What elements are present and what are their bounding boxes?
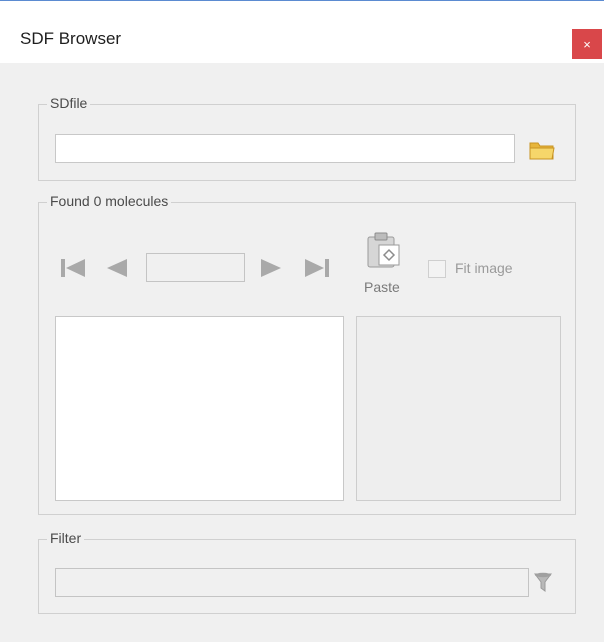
molecules-count-label: Found 0 molecules bbox=[47, 193, 172, 209]
folder-icon[interactable] bbox=[529, 139, 555, 161]
paste-button[interactable]: Paste bbox=[361, 231, 411, 301]
molecule-image-view bbox=[356, 316, 561, 501]
filter-label: Filter bbox=[47, 530, 85, 546]
molecule-data-list[interactable] bbox=[55, 316, 344, 501]
filter-input[interactable] bbox=[55, 568, 529, 597]
first-record-icon[interactable] bbox=[59, 257, 87, 279]
fit-image-label: Fit image bbox=[455, 260, 513, 276]
fit-image-checkbox[interactable] bbox=[428, 260, 446, 278]
record-number-input[interactable] bbox=[146, 253, 245, 282]
sdfile-path-input[interactable] bbox=[55, 134, 515, 163]
sdfile-label: SDfile bbox=[47, 95, 91, 111]
previous-record-icon[interactable] bbox=[103, 257, 129, 279]
next-record-icon[interactable] bbox=[259, 257, 285, 279]
molecules-group: Found 0 molecules Paste Fit image bbox=[38, 193, 576, 515]
window-title: SDF Browser bbox=[20, 29, 122, 48]
sdfile-group: SDfile bbox=[38, 95, 576, 181]
paste-icon bbox=[365, 231, 401, 269]
sdf-browser-window: SDF Browser × SDfile Found 0 molecules P… bbox=[0, 0, 604, 642]
funnel-icon[interactable] bbox=[532, 571, 554, 595]
filter-group: Filter bbox=[38, 530, 576, 614]
last-record-icon[interactable] bbox=[303, 257, 331, 279]
paste-label: Paste bbox=[364, 279, 400, 295]
title-bar: SDF Browser × bbox=[0, 1, 604, 63]
close-button[interactable]: × bbox=[572, 29, 602, 59]
